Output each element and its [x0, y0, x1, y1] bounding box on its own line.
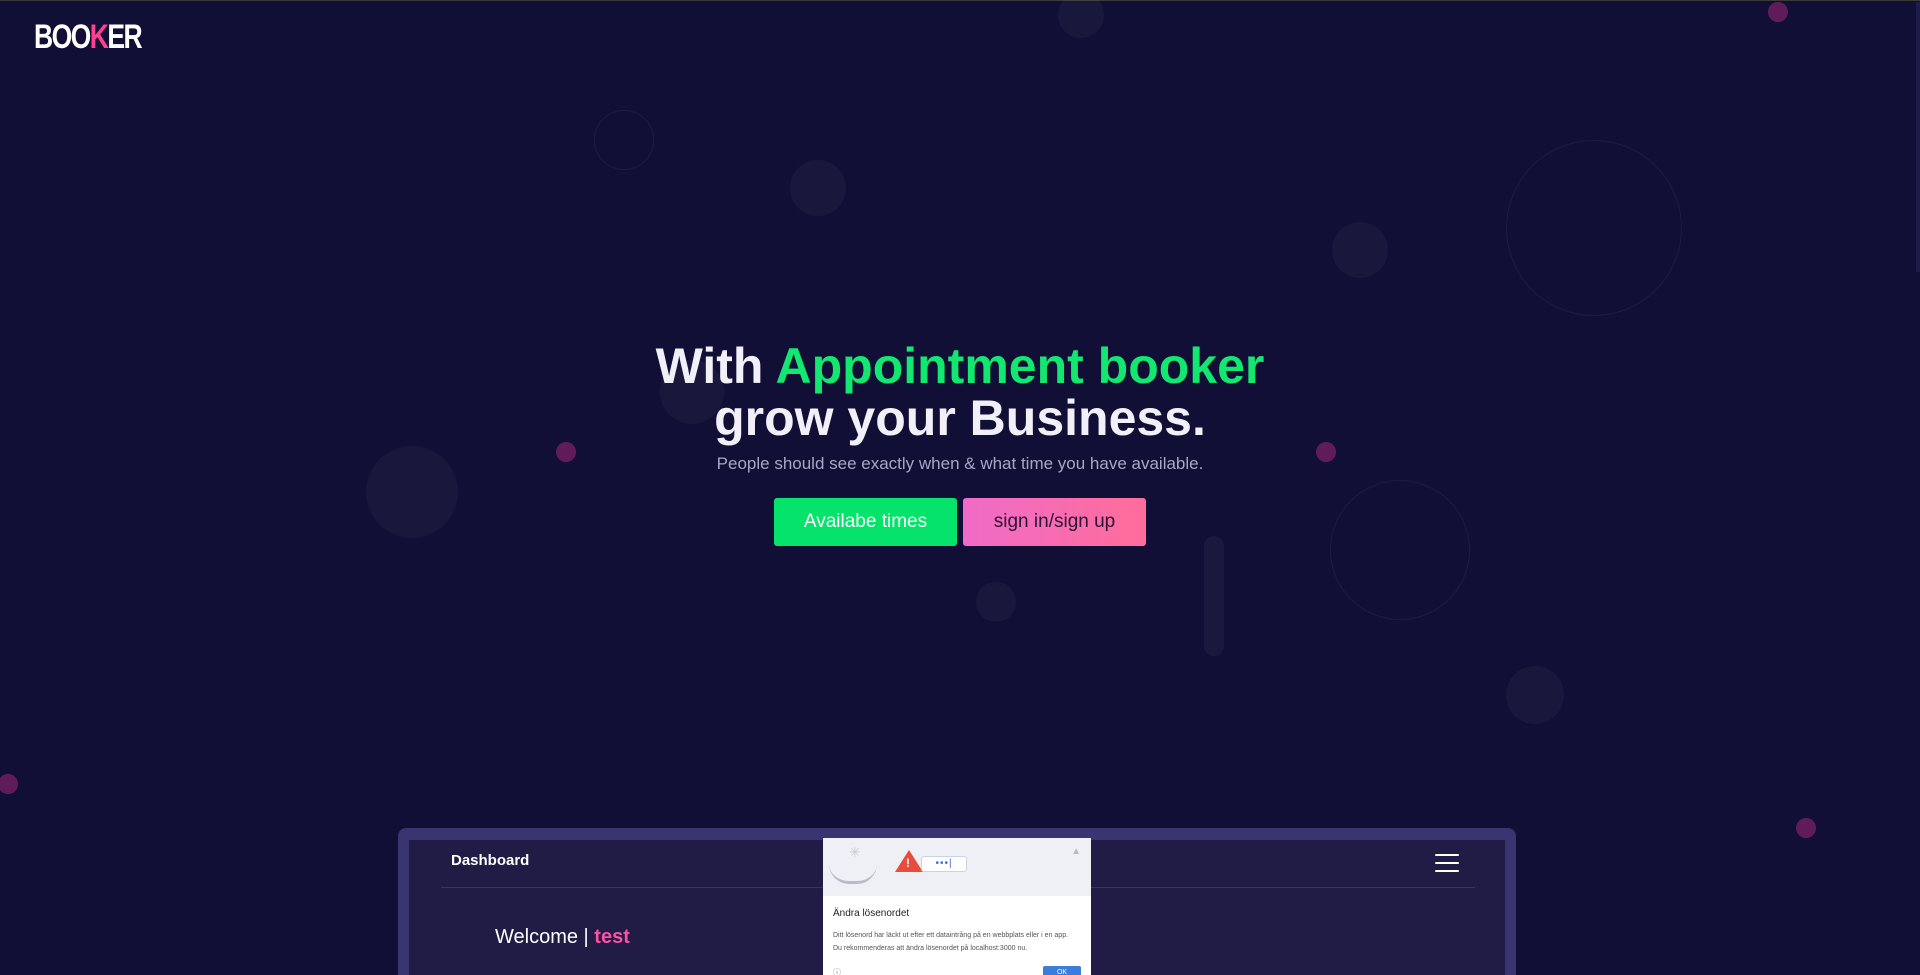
scrollbar-thumb[interactable] [1916, 2, 1920, 272]
info-icon[interactable]: ⓘ [833, 967, 841, 975]
headline-accent: Appointment booker [775, 338, 1265, 394]
bg-bubble [1332, 222, 1388, 278]
logo-text-post: ER [107, 18, 142, 56]
available-times-button[interactable]: Availabe times [774, 498, 957, 546]
welcome-text: Welcome | test [495, 926, 630, 949]
hero-section: With Appointment booker grow your Busine… [0, 340, 1920, 546]
hero-subtitle: People should see exactly when & what ti… [716, 454, 1204, 473]
bg-dot-pink [0, 774, 18, 794]
masked-password: •••| [921, 856, 967, 872]
bg-bubble [790, 160, 846, 216]
hero-buttons: Availabe times sign in/sign up [0, 498, 1920, 546]
chevron-up-icon: ▲ [1071, 846, 1081, 857]
bg-bubble [976, 582, 1016, 622]
bg-pill [1204, 536, 1224, 656]
dialog-illustration: ✳ ! •••| ▲ [823, 838, 1091, 896]
dialog-body-line2: Du rekommenderas att ändra lösenordet på… [833, 945, 1028, 952]
bg-ring [1506, 140, 1682, 316]
signin-signup-button[interactable]: sign in/sign up [963, 498, 1146, 546]
logo-text-highlight: K [89, 18, 109, 56]
logo-text-pre: BOO [34, 18, 91, 56]
dialog-ok-button[interactable]: OK [1043, 966, 1081, 975]
dialog-body-line1: Ditt lösenord har läckt ut efter ett dat… [833, 932, 1069, 939]
hero-headline: With Appointment booker grow your Busine… [0, 340, 1920, 444]
window-top-border [0, 0, 1920, 1]
dashboard-title: Dashboard [451, 852, 530, 869]
dialog-body: Ditt lösenord har läckt ut efter ett dat… [833, 929, 1083, 955]
bg-bubble [1506, 666, 1564, 724]
hamburger-menu-icon[interactable] [1435, 854, 1459, 872]
welcome-label: Welcome | [495, 926, 595, 948]
bg-dot-pink [1768, 2, 1788, 22]
dialog-title: Ändra lösenordet [833, 908, 910, 919]
exclamation-icon: ! [906, 856, 910, 870]
bg-dot-pink [1796, 818, 1816, 838]
welcome-username: test [594, 926, 630, 948]
booker-logo[interactable]: BOOKER [34, 18, 143, 56]
bg-bubble [1058, 0, 1104, 38]
headline-prefix: With [655, 338, 776, 394]
headline-line2: grow your Business. [714, 390, 1206, 446]
sparkle-icon: ✳ [849, 844, 861, 860]
password-warning-dialog: ✳ ! •••| ▲ Ändra lösenordet Ditt lösenor… [823, 838, 1091, 975]
bg-ring [594, 110, 654, 170]
swoosh-decoration [829, 864, 877, 884]
